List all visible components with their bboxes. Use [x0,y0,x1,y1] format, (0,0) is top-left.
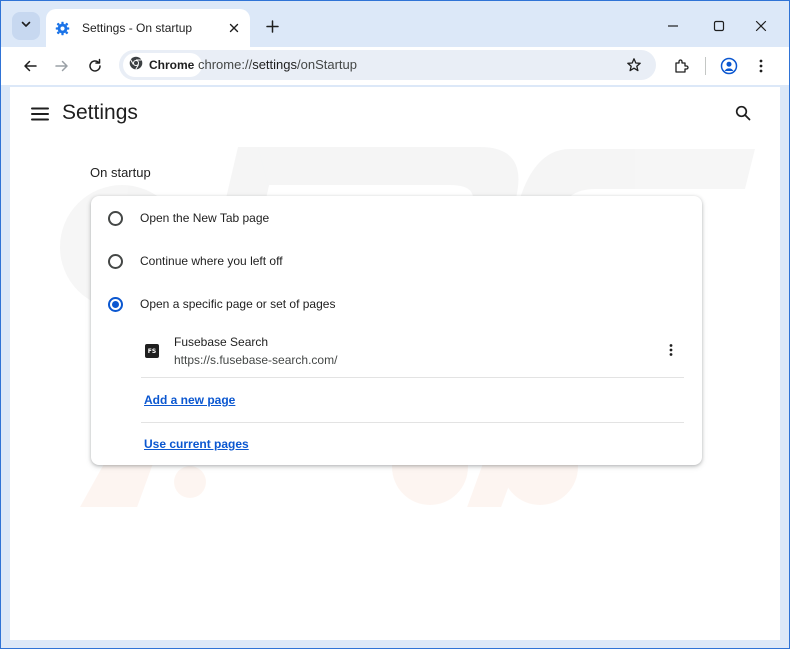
plus-icon[interactable] [261,15,283,37]
menu-icon[interactable] [28,102,52,126]
window-close-icon[interactable] [750,15,772,37]
radio-button[interactable] [108,253,123,269]
address-bar[interactable]: Chrome chrome://settings/onStartup [119,50,656,80]
startup-page-url: https://s.fusebase-search.com/ [174,353,338,367]
option-label: Open a specific page or set of pages [140,297,336,311]
settings-page: Settings On startup Open the New Tab pag… [10,87,780,640]
browser-window: Settings - On startup Chrome chrome://se… [0,0,790,649]
radio-button-checked[interactable] [108,296,123,312]
url-path: /onStartup [297,57,357,72]
chip-label: Chrome [149,58,195,72]
site-info-chip[interactable]: Chrome [123,53,203,77]
maximize-icon[interactable] [708,15,730,37]
option-specific-pages[interactable]: Open a specific page or set of pages [91,284,702,324]
radio-button[interactable] [108,210,123,226]
on-startup-card: Open the New Tab page Continue where you… [91,196,702,465]
tab-settings[interactable]: Settings - On startup [46,9,250,47]
option-label: Continue where you left off [140,254,283,268]
toolbar-divider [705,57,706,75]
page-title: Settings [62,101,138,124]
more-vert-icon[interactable] [748,53,774,79]
startup-page-entry: FS Fusebase Search https://s.fusebase-se… [141,330,684,378]
reload-icon[interactable] [82,53,108,79]
search-icon[interactable] [731,101,755,125]
url-host: settings [252,57,297,72]
browser-toolbar: Chrome chrome://settings/onStartup [1,47,789,85]
minimize-icon[interactable] [662,15,684,37]
site-favicon: FS [145,344,159,358]
close-icon[interactable] [226,20,242,36]
startup-page-name: Fusebase Search [174,335,269,349]
tab-strip: Settings - On startup [1,1,789,47]
section-title: On startup [90,165,151,180]
option-continue[interactable]: Continue where you left off [91,241,702,281]
option-new-tab[interactable]: Open the New Tab page [91,198,702,238]
more-vert-icon[interactable] [661,340,681,360]
forward-arrow-icon[interactable] [49,53,75,79]
divider [141,422,684,423]
chrome-logo-icon [129,56,143,75]
tab-title: Settings - On startup [82,21,193,35]
extensions-icon[interactable] [668,53,694,79]
tab-search-button[interactable] [12,12,40,40]
gear-icon [54,20,70,36]
option-label: Open the New Tab page [140,211,270,225]
chevron-down-icon [20,17,32,35]
back-arrow-icon[interactable] [17,53,43,79]
profile-icon[interactable] [716,53,742,79]
url-scheme: chrome:// [198,57,253,72]
add-new-page-link[interactable]: Add a new page [144,393,235,407]
use-current-pages-link[interactable]: Use current pages [144,437,249,451]
star-icon[interactable] [624,55,644,75]
url-text[interactable]: chrome://settings/onStartup [198,57,357,72]
